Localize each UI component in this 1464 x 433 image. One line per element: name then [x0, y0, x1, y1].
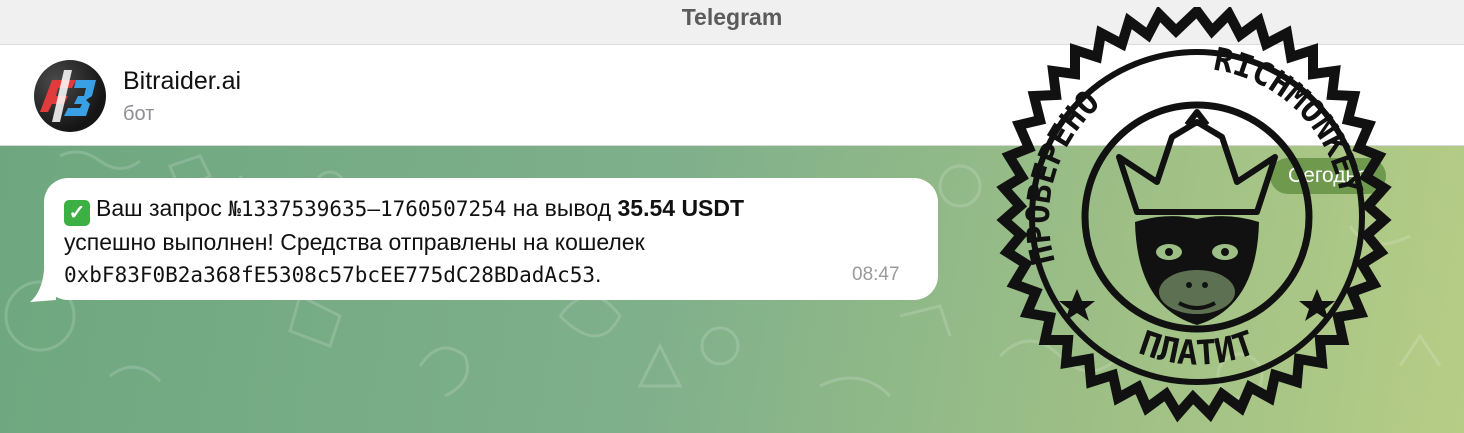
message-middle: на вывод [506, 195, 618, 221]
bot-avatar[interactable] [34, 60, 106, 132]
message-time: 08:47 [852, 264, 900, 285]
chat-status: бот [123, 103, 155, 125]
message-text[interactable]: ✓ Ваш запрос №1337539635–1760507254 на вы… [64, 192, 924, 291]
wallet-suffix: . [595, 261, 602, 287]
message-line2: успешно выполнен! Средства отправлены на… [64, 229, 645, 255]
richmonkey-stamp: ПРОВЕРЕНО RICHMONKEY ПЛАТИТ [996, 7, 1392, 423]
chat-title: Bitraider.ai [123, 67, 242, 95]
check-mark-icon: ✓ [64, 200, 90, 226]
bitraider-logo-icon [40, 70, 96, 122]
crown-icon [1116, 109, 1278, 215]
request-id: №1337539635–1760507254 [228, 197, 507, 221]
withdraw-amount: 35.54 USDT [617, 195, 745, 221]
wallet-address[interactable]: 0xbF83F0B2a368fE5308c57bcEE775dC28BDadAc… [64, 263, 595, 287]
message-prefix: Ваш запрос [96, 195, 229, 221]
monkey-face-icon [1135, 216, 1259, 325]
